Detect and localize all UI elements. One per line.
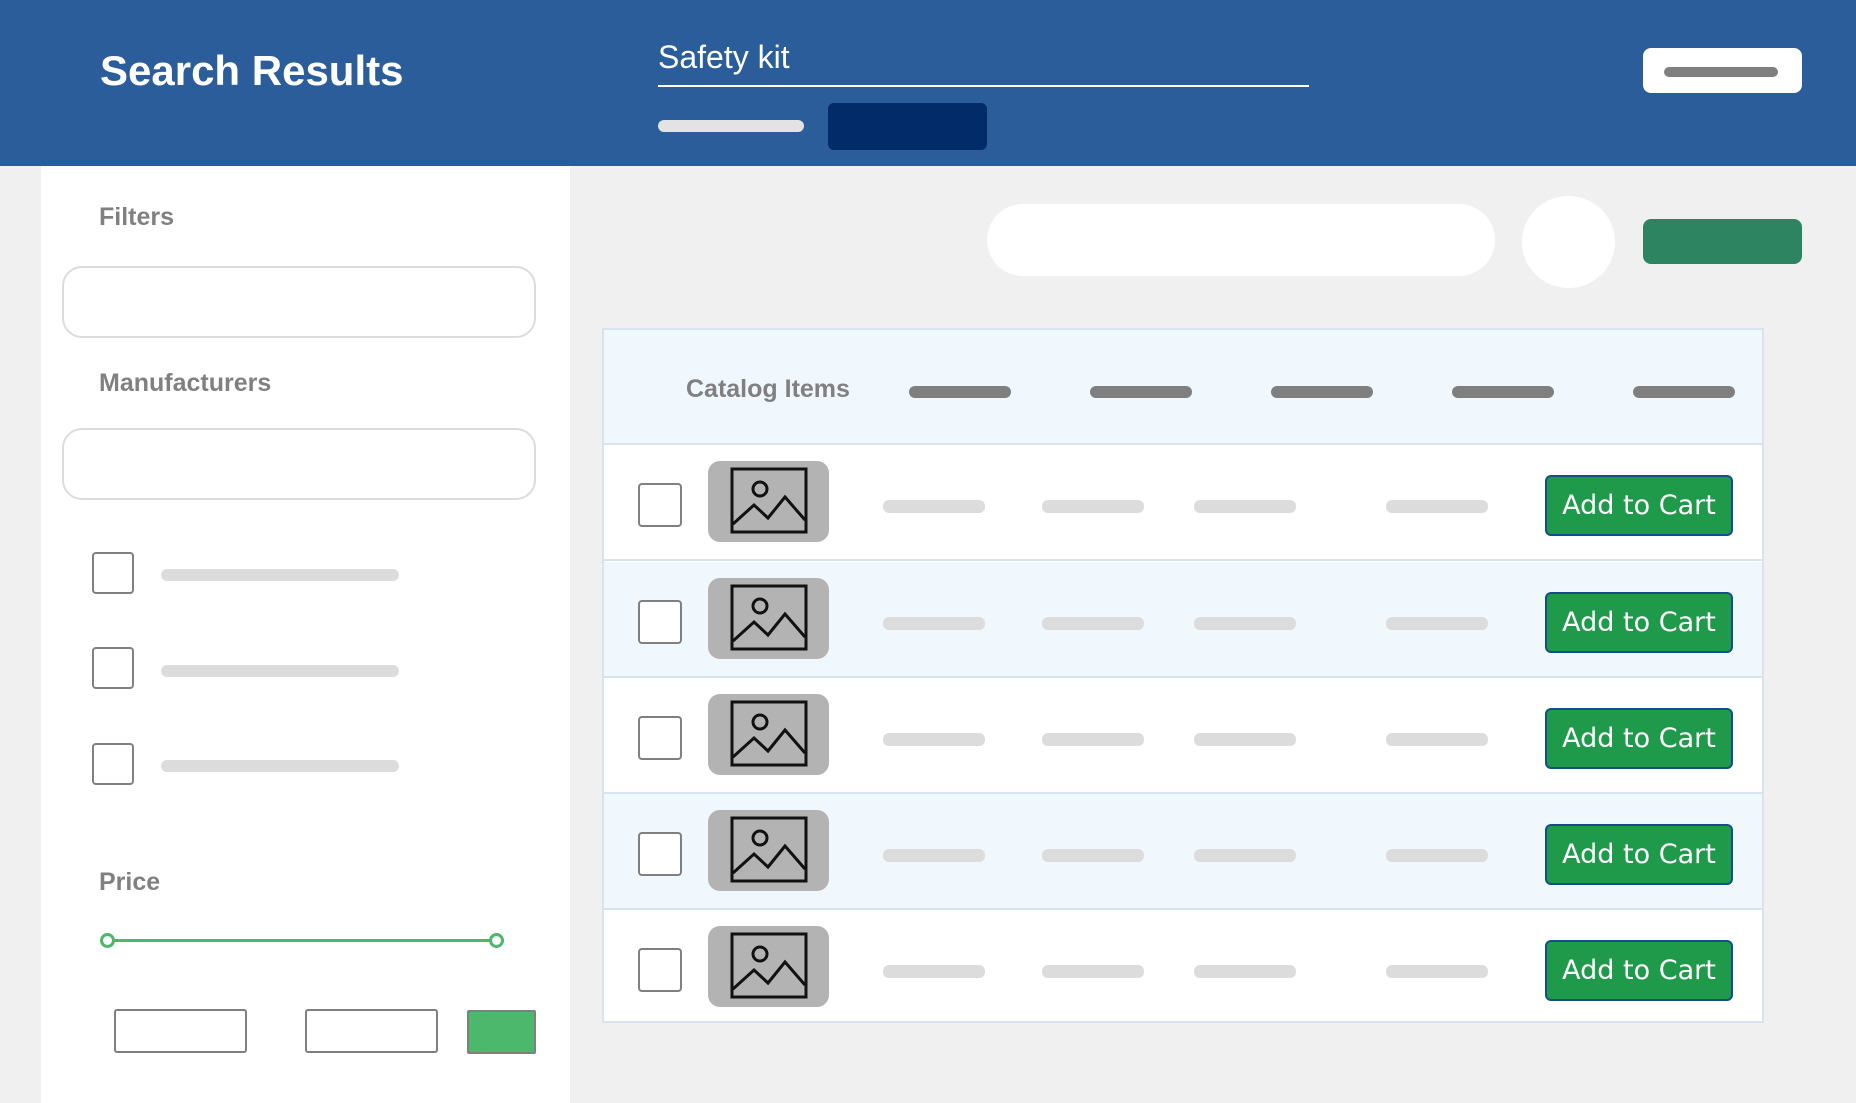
row-cell-placeholder <box>1386 500 1488 513</box>
price-slider-max-handle[interactable] <box>489 933 504 948</box>
page-title: Search Results <box>100 47 404 94</box>
image-placeholder-icon <box>730 700 808 767</box>
row-cell-placeholder <box>1386 733 1488 746</box>
row-cell-placeholder <box>1042 733 1144 746</box>
row-cell-placeholder <box>1194 733 1296 746</box>
row-cell-placeholder <box>1194 617 1296 630</box>
table-row: Add to Cart <box>604 678 1762 794</box>
price-heading: Price <box>99 868 161 896</box>
add-to-cart-button[interactable]: Add to Cart <box>1545 708 1733 769</box>
row-cell-placeholder <box>883 733 985 746</box>
row-cell-placeholder <box>1386 617 1488 630</box>
column-header-placeholder-2[interactable] <box>1090 386 1192 398</box>
account-button[interactable] <box>1643 48 1802 93</box>
manufacturers-heading: Manufacturers <box>99 369 272 397</box>
add-to-cart-button[interactable]: Add to Cart <box>1545 824 1733 885</box>
row-cell-placeholder <box>883 617 985 630</box>
product-thumbnail[interactable] <box>708 461 829 542</box>
manufacturer-label-placeholder-3 <box>161 760 399 772</box>
manufacturers-search-input[interactable] <box>62 428 536 500</box>
results-search-bar[interactable] <box>987 204 1495 276</box>
row-cell-placeholder <box>1194 965 1296 978</box>
add-to-cart-button[interactable]: Add to Cart <box>1545 475 1733 536</box>
price-slider-min-handle[interactable] <box>100 933 115 948</box>
column-header-placeholder-3[interactable] <box>1271 386 1373 398</box>
table-row: Add to Cart <box>604 562 1762 678</box>
row-checkbox[interactable] <box>638 716 682 760</box>
row-cell-placeholder <box>1042 500 1144 513</box>
search-hint-placeholder <box>658 120 804 132</box>
column-header-placeholder-1[interactable] <box>909 386 1011 398</box>
row-cell-placeholder <box>1042 617 1144 630</box>
table-header: Catalog Items <box>604 330 1762 445</box>
search-submit-button[interactable] <box>828 103 987 150</box>
filter-sidebar: Filters Manufacturers Price <box>41 166 570 1103</box>
row-cell-placeholder <box>1042 965 1144 978</box>
row-checkbox[interactable] <box>638 600 682 644</box>
row-cell-placeholder <box>883 500 985 513</box>
row-cell-placeholder <box>1194 849 1296 862</box>
manufacturer-label-placeholder-2 <box>161 665 399 677</box>
image-placeholder-icon <box>730 584 808 651</box>
image-placeholder-icon <box>730 467 808 534</box>
row-cell-placeholder <box>1042 849 1144 862</box>
manufacturer-checkbox-1[interactable] <box>92 552 134 594</box>
row-cell-placeholder <box>883 965 985 978</box>
column-header-placeholder-4[interactable] <box>1452 386 1554 398</box>
catalog-items-heading: Catalog Items <box>686 375 850 403</box>
search-input[interactable] <box>658 30 1309 85</box>
manufacturer-checkbox-3[interactable] <box>92 743 134 785</box>
product-thumbnail[interactable] <box>708 810 829 891</box>
add-to-cart-button[interactable]: Add to Cart <box>1545 592 1733 653</box>
row-cell-placeholder <box>1386 849 1488 862</box>
column-header-placeholder-5[interactable] <box>1633 386 1735 398</box>
image-placeholder-icon <box>730 932 808 999</box>
account-button-label-placeholder <box>1664 67 1778 77</box>
table-row: Add to Cart <box>604 445 1762 561</box>
price-apply-button[interactable] <box>467 1010 536 1054</box>
price-max-input[interactable] <box>305 1009 438 1053</box>
top-header: Search Results <box>0 0 1856 166</box>
filters-search-input[interactable] <box>62 266 536 338</box>
row-cell-placeholder <box>883 849 985 862</box>
price-slider-track[interactable] <box>107 939 497 942</box>
product-thumbnail[interactable] <box>708 578 829 659</box>
row-checkbox[interactable] <box>638 948 682 992</box>
add-to-cart-button[interactable]: Add to Cart <box>1545 940 1733 1001</box>
manufacturer-checkbox-2[interactable] <box>92 647 134 689</box>
search-field-wrapper <box>658 30 1309 87</box>
results-action-button[interactable] <box>1643 219 1802 264</box>
row-checkbox[interactable] <box>638 483 682 527</box>
row-cell-placeholder <box>1386 965 1488 978</box>
product-thumbnail[interactable] <box>708 694 829 775</box>
table-row: Add to Cart <box>604 794 1762 910</box>
row-cell-placeholder <box>1194 500 1296 513</box>
product-thumbnail[interactable] <box>708 926 829 1007</box>
results-circle-button[interactable] <box>1522 196 1615 288</box>
row-checkbox[interactable] <box>638 832 682 876</box>
manufacturer-label-placeholder-1 <box>161 569 399 581</box>
table-row: Add to Cart <box>604 910 1762 1026</box>
filters-heading: Filters <box>99 203 175 231</box>
catalog-table: Catalog Items Add to Cart Add to Cart Ad… <box>602 328 1764 1023</box>
image-placeholder-icon <box>730 816 808 883</box>
price-min-input[interactable] <box>114 1009 247 1053</box>
